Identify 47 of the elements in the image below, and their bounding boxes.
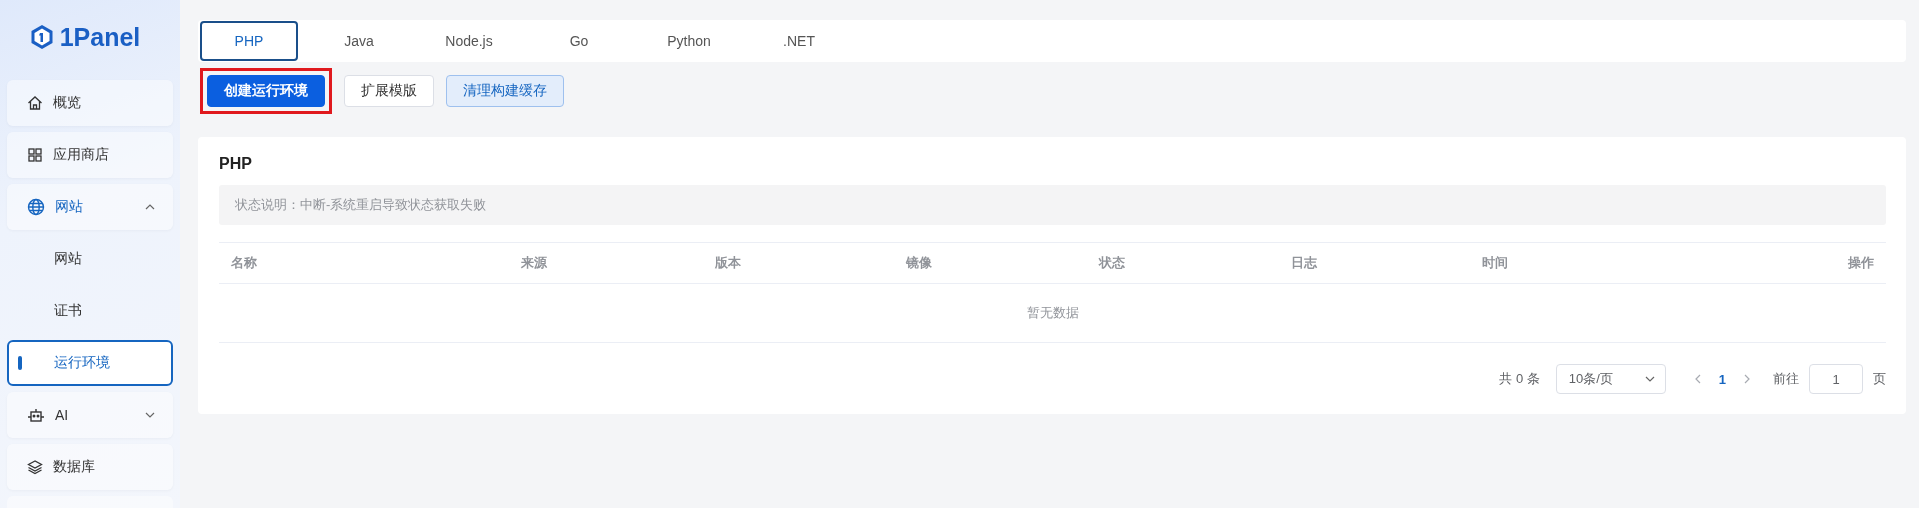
- chevron-icon: [145, 204, 155, 210]
- sidebar-item[interactable]: 网站: [7, 184, 173, 230]
- sidebar-subitem[interactable]: 网站: [7, 236, 173, 282]
- card-title: PHP: [219, 154, 253, 174]
- column-header: 操作: [1847, 254, 1875, 272]
- column-header: 状态: [1097, 254, 1126, 272]
- active-indicator: [18, 356, 22, 370]
- page-size-select[interactable]: 10条/页: [1555, 364, 1666, 394]
- tab[interactable]: Node.js: [420, 21, 518, 61]
- empty-message: 暂无数据: [1026, 304, 1079, 322]
- action-button[interactable]: 清理构建缓存: [446, 75, 564, 107]
- home-icon: [27, 95, 43, 111]
- next-page-icon[interactable]: [1744, 374, 1751, 384]
- tab[interactable]: Go: [530, 21, 628, 61]
- logo-icon: [29, 24, 54, 50]
- status-notice: 状态说明：中断-系统重启导致状态获取失败: [219, 185, 1886, 225]
- page-input[interactable]: 1: [1809, 364, 1863, 394]
- column-header: 名称: [230, 254, 258, 272]
- column-header: 版本: [714, 254, 742, 272]
- sidebar-subitem[interactable]: 证书: [7, 288, 173, 334]
- page-number[interactable]: 1: [1706, 371, 1738, 387]
- tab[interactable]: Python: [640, 21, 738, 61]
- previous-page-icon[interactable]: [1693, 374, 1701, 384]
- sidebar-item[interactable]: 应用商店: [7, 132, 173, 178]
- page-suffix: 页: [1873, 370, 1886, 388]
- sidebar-item[interactable]: 数据库: [7, 444, 173, 490]
- column-header: 镜像: [905, 254, 933, 272]
- column-header: 时间: [1481, 254, 1509, 272]
- tab[interactable]: .NET: [750, 21, 848, 61]
- chevron-icon: [1644, 376, 1655, 382]
- tab[interactable]: PHP: [200, 21, 298, 61]
- robot-icon: [27, 407, 45, 423]
- column-header: 日志: [1290, 254, 1318, 272]
- sidebar-item[interactable]: AI: [7, 392, 173, 438]
- chevron-icon: [145, 412, 155, 418]
- globe-icon: [27, 198, 45, 216]
- tab[interactable]: Java: [310, 21, 408, 61]
- action-button[interactable]: 扩展模版: [344, 75, 434, 107]
- goto-label: 前往: [1773, 370, 1799, 388]
- total-count: 共 0 条: [1499, 370, 1540, 388]
- sidebar-subitem[interactable]: 运行环境: [7, 340, 173, 386]
- column-header: 来源: [520, 254, 548, 272]
- logo-text: 1Panel: [59, 22, 141, 52]
- grid-icon: [27, 147, 43, 163]
- layers-icon: [27, 459, 43, 475]
- action-button[interactable]: 创建运行环境: [207, 75, 325, 107]
- sidebar-item[interactable]: 概览: [7, 80, 173, 126]
